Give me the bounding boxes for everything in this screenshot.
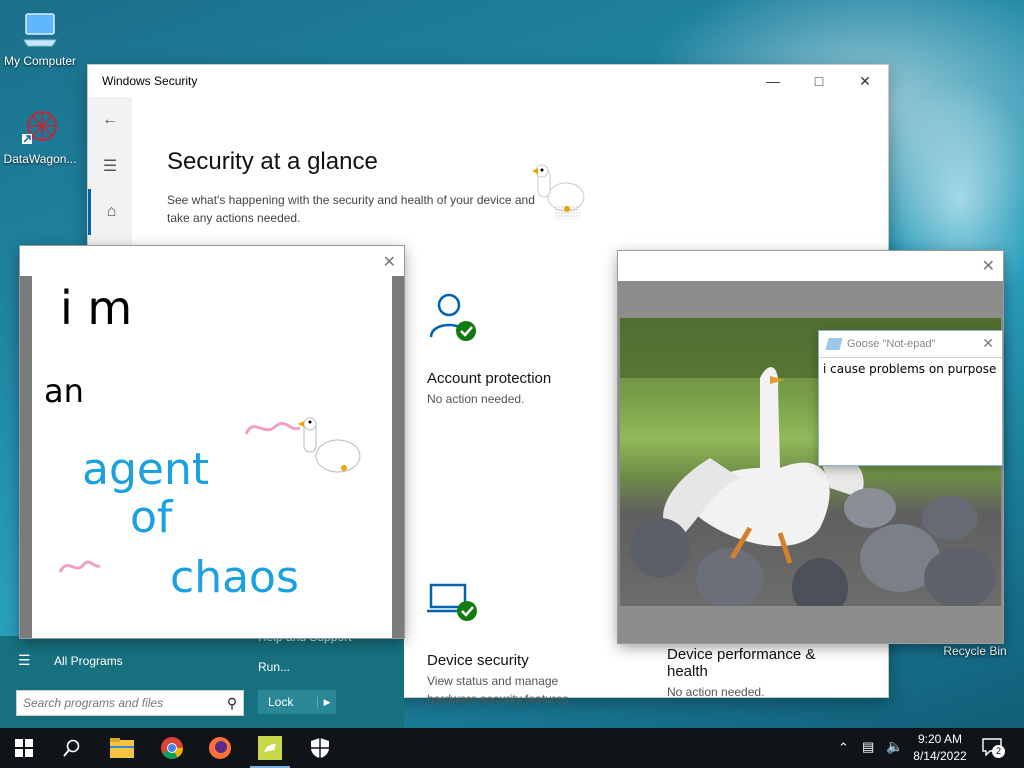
drawing-canvas[interactable]: i m an agent of chaos bbox=[32, 276, 392, 636]
all-programs-button[interactable]: ☰ All Programs bbox=[18, 652, 123, 669]
maximize-button[interactable]: □ bbox=[796, 65, 842, 97]
notepad-text-area[interactable]: i cause problems on purpose bbox=[819, 357, 1002, 472]
file-explorer-button[interactable] bbox=[98, 728, 146, 768]
goose-app-button[interactable] bbox=[246, 728, 294, 768]
firefox-icon bbox=[209, 737, 231, 759]
desktop-icon-label: My Computer bbox=[3, 54, 77, 68]
desktop-icon-label: DataWagon... bbox=[3, 152, 77, 166]
drawing-text-line: of bbox=[130, 492, 174, 543]
desktop-icon-datawagon[interactable]: DataWagon... bbox=[0, 108, 80, 166]
hamburger-icon: ☰ bbox=[102, 158, 118, 175]
volume-icon[interactable]: 🔈 bbox=[886, 738, 903, 755]
goose-app-icon bbox=[258, 736, 282, 760]
firefox-button[interactable] bbox=[196, 728, 244, 768]
notification-count-badge: 2 bbox=[992, 745, 1005, 758]
lock-label: Lock bbox=[268, 695, 294, 709]
page-subtitle: See what's happening with the security a… bbox=[167, 193, 535, 225]
tile-title: Device security bbox=[427, 652, 529, 669]
start-menu: ☰ All Programs Help and Support Run... ⚲… bbox=[0, 630, 404, 728]
pink-scribble bbox=[58, 560, 101, 573]
notepad-icon bbox=[825, 338, 843, 350]
close-button[interactable]: ✕ bbox=[842, 65, 888, 97]
back-arrow-icon: ← bbox=[102, 111, 118, 128]
minimize-button[interactable]: — bbox=[750, 65, 796, 97]
sidebar-item-home[interactable]: ⌂ bbox=[88, 189, 132, 235]
window-title-bar: Goose "Not-epad" ✕ bbox=[819, 331, 1002, 357]
list-icon: ☰ bbox=[18, 652, 31, 668]
datawagon-icon bbox=[20, 108, 60, 148]
window-controls: — □ ✕ bbox=[750, 65, 888, 97]
left-panel-edge bbox=[20, 276, 32, 638]
page-title: Security at a glance bbox=[167, 148, 378, 175]
tile-device-security[interactable]: Device security View status and manage h… bbox=[427, 581, 597, 708]
tile-status: No action needed. bbox=[667, 685, 765, 699]
close-button[interactable]: ✕ bbox=[383, 252, 396, 272]
start-search-box[interactable]: ⚲ bbox=[16, 690, 244, 716]
chrome-icon bbox=[161, 737, 183, 759]
start-button[interactable] bbox=[0, 728, 48, 768]
tile-status: No action needed. bbox=[427, 392, 525, 406]
clock[interactable]: 9:20 AM 8/14/2022 bbox=[910, 731, 970, 765]
tile-device-performance[interactable]: Device performance & health No action ne… bbox=[667, 646, 837, 701]
goose-icon bbox=[298, 417, 361, 473]
clock-time: 9:20 AM bbox=[917, 732, 963, 746]
drawing-text-line: i m bbox=[60, 281, 132, 335]
network-icon[interactable]: ▤ bbox=[862, 739, 874, 755]
notepad-window: Goose "Not-epad" ✕ i cause problems on p… bbox=[819, 331, 1002, 465]
drawing-text-line: an bbox=[44, 372, 84, 410]
tile-status: View status and manage hardware security… bbox=[427, 674, 569, 706]
drawing-window: ✕ i m an agent of chaos bbox=[20, 246, 404, 638]
computer-icon bbox=[20, 10, 60, 50]
shield-icon bbox=[311, 738, 329, 758]
drawing-text-line: agent bbox=[82, 444, 209, 495]
taskbar: ⌃ ▤ 🔈 9:20 AM 8/14/2022 2 bbox=[0, 728, 1024, 768]
pink-scribble bbox=[244, 422, 301, 435]
desktop-icon-label: Recycle Bin bbox=[943, 644, 1007, 658]
tile-title: Device performance & health bbox=[667, 646, 816, 680]
window-title: Goose "Not-epad" bbox=[847, 338, 936, 350]
search-icon bbox=[63, 739, 80, 757]
window-title-bar: ✕ bbox=[618, 251, 1003, 281]
search-icon[interactable]: ⚲ bbox=[221, 695, 243, 712]
chrome-button[interactable] bbox=[148, 728, 196, 768]
tile-title: Account protection bbox=[427, 370, 552, 387]
home-icon: ⌂ bbox=[106, 203, 117, 220]
account-check-icon bbox=[429, 293, 476, 341]
vertical-scrollbar[interactable] bbox=[392, 276, 404, 638]
menu-button[interactable]: ☰ bbox=[88, 143, 132, 189]
close-button[interactable]: ✕ bbox=[982, 335, 994, 352]
windows-logo-icon bbox=[15, 739, 33, 757]
all-programs-label: All Programs bbox=[54, 653, 123, 668]
windows-security-taskbar-button[interactable] bbox=[296, 728, 344, 768]
action-center-button[interactable]: 2 bbox=[982, 738, 1006, 758]
run-item[interactable]: Run... bbox=[258, 660, 290, 674]
back-button[interactable]: ← bbox=[88, 97, 132, 143]
search-button[interactable] bbox=[48, 728, 96, 768]
goose-icon bbox=[532, 164, 585, 219]
lock-button[interactable]: Lock ▶ bbox=[258, 690, 336, 714]
clock-date: 8/14/2022 bbox=[913, 749, 967, 763]
chevron-right-icon[interactable]: ▶ bbox=[317, 696, 336, 708]
folder-icon bbox=[110, 738, 134, 758]
tile-account-protection[interactable]: Account protection No action needed. bbox=[427, 291, 551, 408]
laptop-check-icon bbox=[427, 583, 477, 621]
close-button[interactable]: ✕ bbox=[982, 256, 995, 276]
drawing-text-line: chaos bbox=[170, 552, 299, 603]
desktop-icon-my-computer[interactable]: My Computer bbox=[0, 10, 80, 68]
start-search-input[interactable] bbox=[17, 695, 221, 711]
chevron-up-icon[interactable]: ⌃ bbox=[838, 740, 849, 756]
